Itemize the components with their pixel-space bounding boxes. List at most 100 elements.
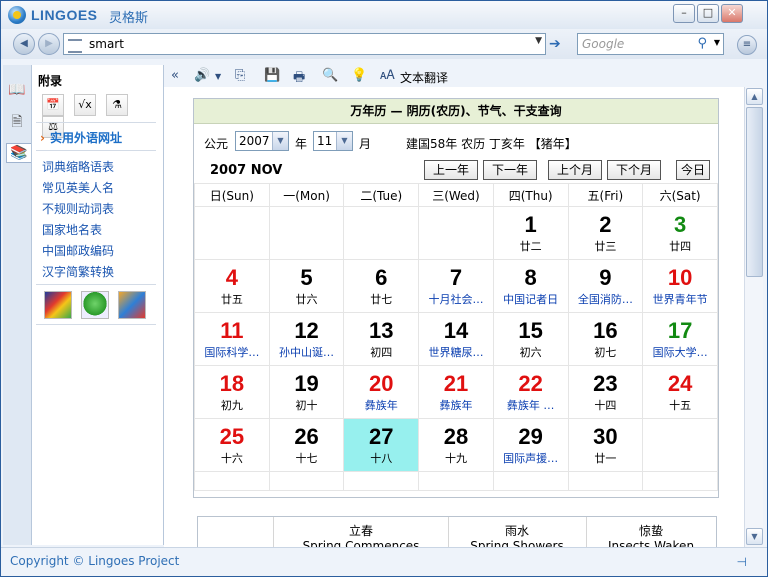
festival-label[interactable]: 国际科学…	[195, 346, 268, 360]
search-box[interactable]: Google ⚲ ▼	[577, 33, 724, 55]
next-year-button[interactable]: 下一年	[483, 160, 537, 180]
tetris-game-icon[interactable]	[44, 291, 72, 319]
year-select[interactable]: 2007 ▼	[235, 131, 289, 151]
festival-label[interactable]: 世界糖尿…	[420, 346, 493, 360]
dictionary-icon[interactable]: 📖	[8, 81, 26, 99]
calendar-day-cell[interactable]: 18 初九	[194, 365, 270, 419]
calendar-day-cell[interactable]: 24 十五	[642, 365, 718, 419]
festival-label[interactable]: 彝族年 …	[494, 399, 567, 413]
solar-term-cn: 惊蛰	[638, 524, 663, 538]
calendar-day-cell[interactable]: 9 全国消防…	[567, 259, 644, 313]
back-button[interactable]: ◀	[13, 33, 35, 55]
calendar-day-cell[interactable]: 1 廿二	[492, 206, 569, 260]
sidebar-item-postal-codes[interactable]: 中国邮政编码	[42, 242, 114, 263]
copy-icon[interactable]: ⎘	[235, 68, 245, 83]
calendar-day-cell[interactable]: 13 初四	[343, 312, 420, 366]
calendar-week-row	[194, 471, 718, 491]
calendar-day-cell[interactable]: 25 十六	[194, 418, 270, 472]
save-icon[interactable]: 💾	[264, 68, 280, 83]
next-month-button[interactable]: 下个月	[607, 160, 661, 180]
maximize-button[interactable]: □	[697, 4, 719, 23]
scroll-up-button[interactable]: ▲	[746, 88, 763, 105]
speaker-icon[interactable]: 🔊	[194, 68, 210, 83]
main-menu-button[interactable]: ≡	[737, 35, 757, 55]
calendar-day-cell[interactable]: 21 彝族年	[418, 365, 494, 419]
appendix-icon[interactable]: 📚	[6, 143, 31, 163]
chevron-down-icon[interactable]: ▼	[215, 72, 221, 81]
chevron-down-icon[interactable]: ▼	[714, 38, 720, 47]
calendar-day-cell[interactable]: 28 十九	[418, 418, 494, 472]
address-bar[interactable]: smart ▼	[63, 33, 546, 55]
calendar-day-cell[interactable]: 3 廿四	[642, 206, 718, 260]
festival-label[interactable]: 十月社会…	[420, 293, 493, 307]
festival-label[interactable]: 彝族年	[420, 399, 493, 413]
calendar-day-cell[interactable]: 8 中国记者日	[492, 259, 569, 313]
calendar-day-cell[interactable]: 22 彝族年 …	[492, 365, 569, 419]
minimize-button[interactable]: –	[673, 4, 695, 23]
calendar-day-cell[interactable]: 19 初十	[268, 365, 345, 419]
calendar-day-cell[interactable]: 27 十八	[343, 418, 420, 472]
sidebar-item-abbreviations[interactable]: 词典缩略语表	[42, 158, 114, 179]
month-select[interactable]: 11 ▼	[313, 131, 353, 151]
today-button[interactable]: 今日	[676, 160, 710, 180]
search-icon[interactable]: ⚲	[697, 36, 707, 51]
calendar-day-cell[interactable]: 20 彝族年	[343, 365, 420, 419]
math-tool-icon[interactable]: √x	[74, 94, 96, 116]
go-button[interactable]: ➔	[549, 36, 561, 52]
calendar-day-cell[interactable]: 5 廿六	[268, 259, 345, 313]
calendar-day-cell[interactable]: 6 廿七	[343, 259, 420, 313]
calendar-day-cell[interactable]: 23 十四	[567, 365, 644, 419]
calendar-day-cell[interactable]: 29 国际声援…	[492, 418, 569, 472]
calendar-day-cell[interactable]: 11 国际科学…	[194, 312, 270, 366]
calendar-day-cell[interactable]: 10 世界青年节	[642, 259, 718, 313]
sidebar-item-names[interactable]: 常见英美人名	[42, 179, 114, 200]
address-input[interactable]: smart	[89, 37, 124, 51]
calendar-day-cell[interactable]: 26 十七	[268, 418, 345, 472]
translate-icon[interactable]: 🗚	[380, 68, 395, 83]
calendar-tool-icon[interactable]: 📅	[42, 94, 64, 116]
calendar-day-cell[interactable]: 7 十月社会…	[418, 259, 494, 313]
sidebar-item-place-names[interactable]: 国家地名表	[42, 221, 114, 242]
chemistry-tool-icon[interactable]: ⚗	[106, 94, 128, 116]
festival-label[interactable]: 国际大学…	[644, 346, 717, 360]
document-icon[interactable]: 🗎	[8, 113, 26, 131]
close-button[interactable]: ✕	[721, 4, 743, 23]
bubble-dragon-icon[interactable]	[81, 291, 109, 319]
calendar-day-cell[interactable]: 15 初六	[492, 312, 569, 366]
chevron-down-icon[interactable]: ▼	[272, 132, 288, 150]
festival-label[interactable]: 世界青年节	[644, 293, 717, 307]
scroll-down-button[interactable]: ▼	[746, 528, 763, 545]
calendar-day-cell[interactable]: 14 世界糖尿…	[418, 312, 494, 366]
month-nav-row: 2007 NOV 上一年 下一年 上个月 下个月 今日	[194, 157, 718, 183]
find-icon[interactable]: 🔍	[322, 68, 338, 83]
sidebar-item-traditional-simplified[interactable]: 汉字简繁转换	[42, 263, 114, 284]
festival-label[interactable]: 中国记者日	[494, 293, 567, 307]
calendar-day-cell[interactable]: 17 国际大学…	[642, 312, 718, 366]
tip-icon[interactable]: 💡	[351, 68, 367, 83]
chevron-down-icon[interactable]: ▼	[535, 36, 542, 46]
festival-label[interactable]: 全国消防…	[569, 293, 642, 307]
day-number: 1	[524, 212, 537, 237]
sidebar-item-foreign-sites[interactable]: 实用外语网址	[40, 129, 122, 146]
festival-label[interactable]: 国际声援…	[494, 452, 567, 466]
lunar-year-info: 建国58年 农历 丁亥年 【猪年】	[406, 137, 577, 151]
prev-month-button[interactable]: 上个月	[548, 160, 602, 180]
puzzle-game-icon[interactable]	[118, 291, 146, 319]
festival-label[interactable]: 彝族年	[345, 399, 418, 413]
text-translate-button[interactable]: 文本翻译	[400, 69, 448, 86]
festival-label[interactable]: 孙中山诞…	[270, 346, 343, 360]
search-input[interactable]: Google	[582, 37, 624, 51]
sidebar-item-irregular-verbs[interactable]: 不规则动词表	[42, 200, 114, 221]
calendar-day-cell[interactable]: 2 廿三	[567, 206, 644, 260]
calendar-day-cell[interactable]: 4 廿五	[194, 259, 270, 313]
chevron-down-icon[interactable]: ▼	[336, 132, 352, 150]
calendar-day-cell[interactable]: 12 孙中山诞…	[268, 312, 345, 366]
forward-button[interactable]: ▶	[38, 33, 60, 55]
pin-icon[interactable]: ⊣	[737, 555, 747, 569]
collapse-icon[interactable]: «	[171, 68, 179, 83]
prev-year-button[interactable]: 上一年	[424, 160, 478, 180]
vertical-scrollbar[interactable]: ▲ ▼	[744, 87, 763, 547]
calendar-day-cell[interactable]: 30 廿一	[567, 418, 644, 472]
calendar-day-cell[interactable]: 16 初七	[567, 312, 644, 366]
scroll-thumb[interactable]	[746, 107, 763, 277]
